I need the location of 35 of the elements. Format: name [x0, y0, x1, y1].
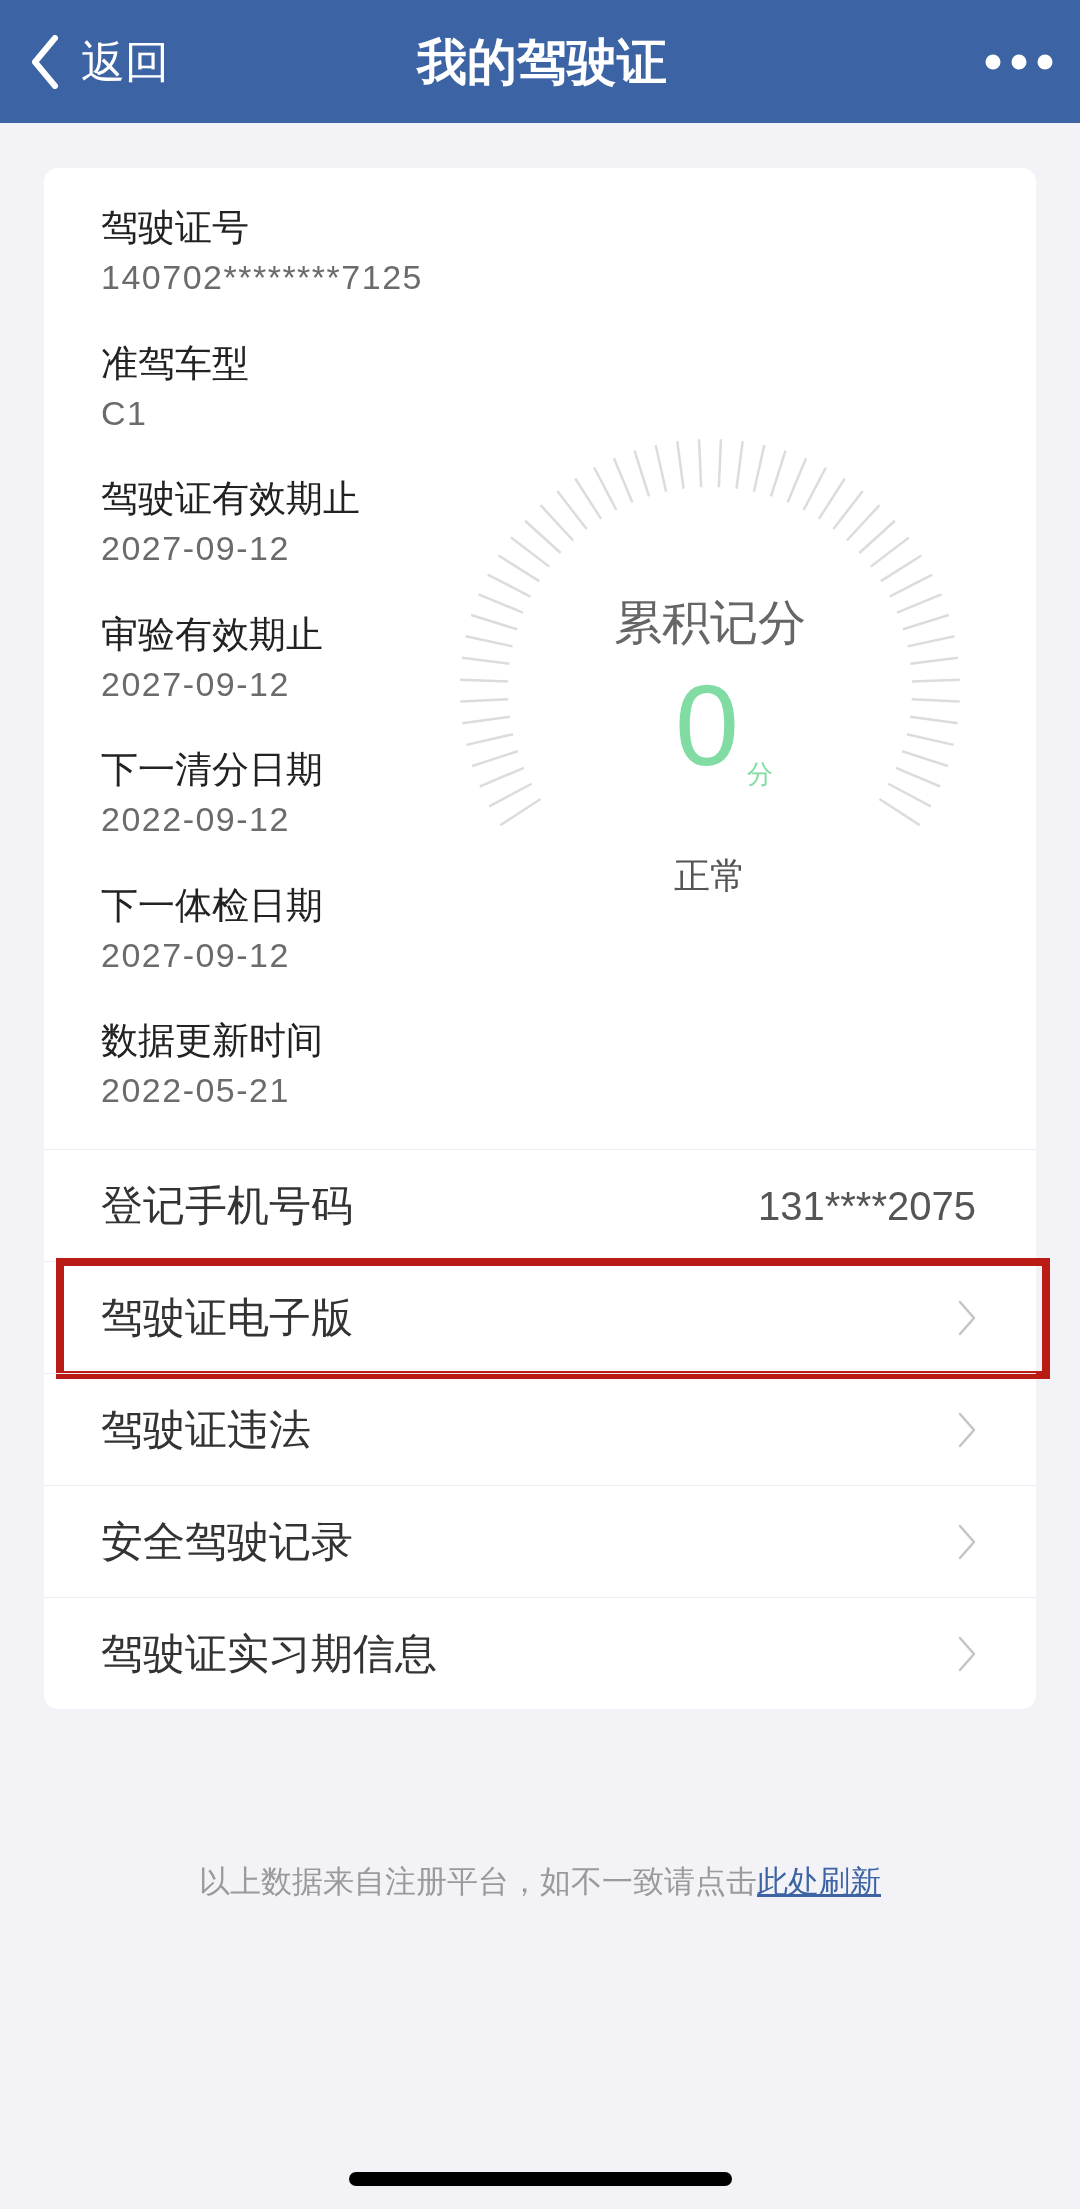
- gauge-title: 累积记分: [614, 595, 806, 651]
- field-label: 下一清分日期: [101, 748, 324, 792]
- field-value: 2022-05-21: [101, 1070, 291, 1111]
- field-value: 2022-09-12: [101, 799, 291, 840]
- field-value: 2027-09-12: [101, 663, 291, 705]
- menu-item[interactable]: 驾驶证电子版: [44, 1262, 1036, 1373]
- more-button[interactable]: [985, 53, 1053, 70]
- field-label: 驾驶证有效期止: [101, 477, 361, 521]
- field-label: 驾驶证号: [101, 206, 250, 250]
- phone-number: 131****2075: [758, 1182, 976, 1230]
- more-icon: [985, 53, 1053, 70]
- menu-item[interactable]: 驾驶证实习期信息: [44, 1598, 1036, 1709]
- field-label: 下一体检日期: [101, 883, 324, 928]
- status-text: 正常: [674, 854, 746, 898]
- chevron-right-icon: [958, 1635, 976, 1672]
- field-value: C1: [101, 392, 149, 434]
- field-label: 准驾车型: [101, 341, 250, 386]
- chevron-right-icon: [958, 1411, 976, 1448]
- field-value: 140702********7125: [101, 257, 424, 298]
- footer-note: 以上数据来自注册平台，如不一致请点击此处刷新: [198, 1863, 882, 1901]
- refresh-link[interactable]: 此处刷新: [757, 1864, 881, 1899]
- menu-item[interactable]: 驾驶证违法: [44, 1374, 1036, 1485]
- chevron-right-icon: [958, 1523, 976, 1560]
- field-label: 审验有效期止: [101, 612, 324, 657]
- page-title: 我的驾驶证: [417, 32, 667, 92]
- back-button[interactable]: 返回: [31, 34, 169, 89]
- score-unit: 分: [747, 759, 773, 789]
- field-label: 登记手机号码: [101, 1181, 353, 1231]
- field-value: 2027-09-12: [101, 528, 291, 569]
- field-value: 2027-09-12: [101, 934, 291, 976]
- score-value: 0: [675, 668, 739, 783]
- chevron-left-icon: [31, 34, 59, 89]
- chevron-right-icon: [958, 1299, 976, 1336]
- field-label: 数据更新时间: [101, 1019, 324, 1063]
- menu-item[interactable]: 安全驾驶记录: [44, 1486, 1036, 1597]
